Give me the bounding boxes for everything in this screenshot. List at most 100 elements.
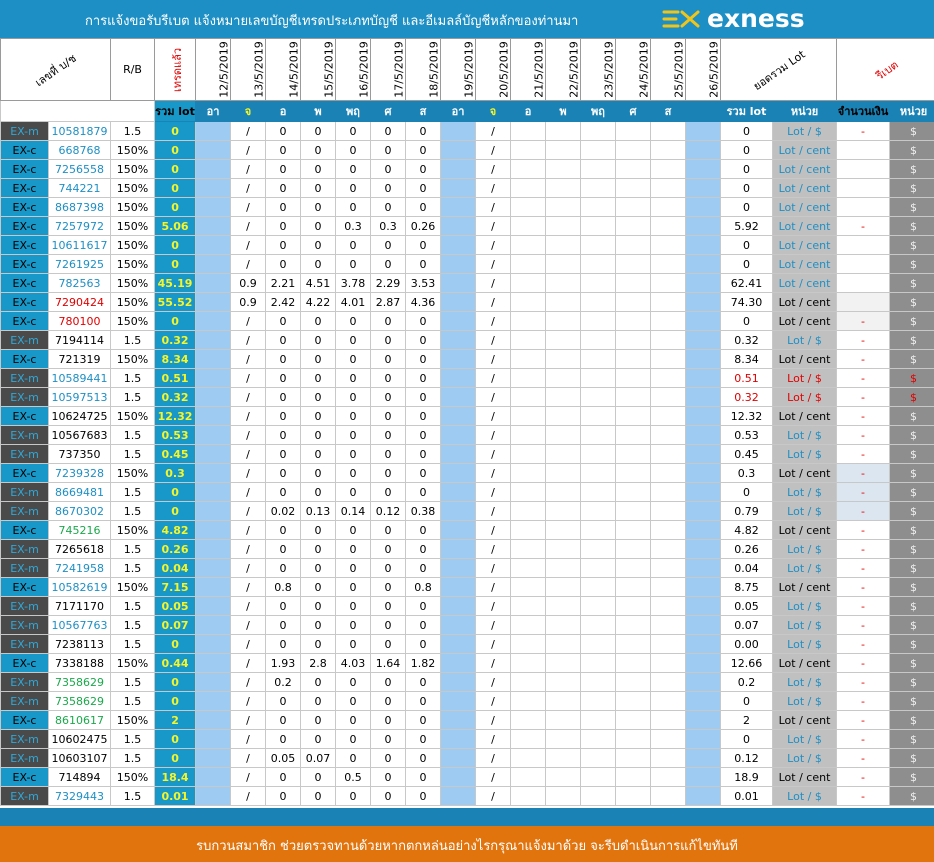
sum-lot-cell: 0.79 bbox=[720, 501, 774, 521]
sunday-cell bbox=[685, 235, 722, 255]
day-value-cell bbox=[510, 463, 547, 483]
sum-lot-cell: 2 bbox=[720, 710, 774, 730]
account-type-cell: EX-m bbox=[0, 330, 49, 350]
day-value-cell bbox=[580, 406, 617, 426]
day-value-cell: 0 bbox=[300, 140, 337, 160]
account-number-cell: 7257972 bbox=[47, 216, 112, 236]
exness-ex-mark-icon bbox=[662, 10, 700, 28]
day-value-cell: 0 bbox=[370, 349, 407, 369]
total-lot-cell: 0 bbox=[154, 178, 197, 198]
currency-cell: $ bbox=[889, 501, 934, 521]
day-value-cell: 0.2 bbox=[265, 672, 302, 692]
account-number-cell: 7171170 bbox=[47, 596, 112, 616]
day-value-cell bbox=[615, 121, 652, 141]
day-value-cell: 0.9 bbox=[230, 273, 267, 293]
day-value-cell bbox=[510, 558, 547, 578]
day-value-cell bbox=[510, 615, 547, 635]
day-value-cell: 0 bbox=[265, 235, 302, 255]
day-value-cell: 0 bbox=[265, 710, 302, 730]
currency-cell: $ bbox=[889, 254, 934, 274]
day-value-cell: 0 bbox=[300, 577, 337, 597]
day-value-cell bbox=[580, 691, 617, 711]
day-value-cell: / bbox=[230, 349, 267, 369]
day-value-cell: 0 bbox=[405, 311, 442, 331]
account-number-cell: 714894 bbox=[47, 767, 112, 787]
account-number-cell: 10589441 bbox=[47, 368, 112, 388]
subheader-day-8: จ bbox=[475, 100, 512, 122]
day-value-cell bbox=[615, 672, 652, 692]
subheader-day-13: ส bbox=[650, 100, 687, 122]
day-value-cell bbox=[510, 254, 547, 274]
day-value-cell bbox=[545, 653, 582, 673]
subheader-day-5: ศ bbox=[370, 100, 407, 122]
account-type-cell: EX-c bbox=[0, 159, 49, 179]
day-value-cell bbox=[615, 197, 652, 217]
table-row: EX-c 7290424 150% 55.52 0.9 2.42 4.22 4.01 2.87 4… bbox=[0, 292, 934, 312]
unit-cell: Lot / $ bbox=[772, 729, 838, 749]
date-header-10: 22/5/2019 bbox=[545, 38, 582, 101]
footer-note: รบกวนสมาชิก ช่วยตรวจทานด้วยหากตกหล่นอย่า… bbox=[196, 839, 738, 854]
day-value-cell bbox=[615, 748, 652, 768]
sunday-cell bbox=[685, 672, 722, 692]
day-value-cell: 0 bbox=[335, 577, 372, 597]
sum-lot-cell: 0.04 bbox=[720, 558, 774, 578]
day-value-cell: / bbox=[230, 634, 267, 654]
sunday-cell bbox=[195, 292, 232, 312]
day-value-cell: 0 bbox=[335, 197, 372, 217]
day-value-cell: 0 bbox=[405, 121, 442, 141]
currency-cell: $ bbox=[889, 368, 934, 388]
day-value-cell: 0 bbox=[370, 330, 407, 350]
rb-cell: 1.5 bbox=[110, 482, 156, 502]
day-value-cell bbox=[650, 653, 687, 673]
day-value-cell bbox=[510, 691, 547, 711]
day-value-cell: / bbox=[475, 349, 512, 369]
total-lot-cell: 0 bbox=[154, 159, 197, 179]
day-value-cell: 3.53 bbox=[405, 273, 442, 293]
day-value-cell: 0 bbox=[370, 406, 407, 426]
total-lot-cell: 0.53 bbox=[154, 425, 197, 445]
day-value-cell: / bbox=[475, 501, 512, 521]
day-value-cell: 0 bbox=[300, 729, 337, 749]
rb-cell: 150% bbox=[110, 140, 156, 160]
rb-cell: 1.5 bbox=[110, 634, 156, 654]
sunday-cell bbox=[195, 539, 232, 559]
account-type-cell: EX-c bbox=[0, 577, 49, 597]
amount-cell: - bbox=[836, 729, 891, 749]
day-value-cell: / bbox=[475, 273, 512, 293]
account-number-cell: 8687398 bbox=[47, 197, 112, 217]
day-value-cell: / bbox=[230, 216, 267, 236]
sunday-cell bbox=[195, 349, 232, 369]
unit-cell: Lot / $ bbox=[772, 748, 838, 768]
currency-cell: $ bbox=[889, 178, 934, 198]
day-value-cell bbox=[545, 672, 582, 692]
day-value-cell bbox=[615, 387, 652, 407]
rb-cell: 1.5 bbox=[110, 501, 156, 521]
unit-cell: Lot / cent bbox=[772, 653, 838, 673]
rb-cell: 150% bbox=[110, 254, 156, 274]
day-value-cell: 0 bbox=[335, 558, 372, 578]
day-value-cell bbox=[650, 786, 687, 806]
sum-lot-cell: 0.12 bbox=[720, 748, 774, 768]
sunday-cell bbox=[440, 311, 477, 331]
account-type-cell: EX-c bbox=[0, 349, 49, 369]
table-row: EX-m 7171170 1.5 0.05/0 0 0 0 0/0.05 Lot / $ - $ bbox=[0, 596, 934, 616]
rb-cell: 150% bbox=[110, 197, 156, 217]
account-number-cell: 7241958 bbox=[47, 558, 112, 578]
subheader-total-lot: รวม lot bbox=[154, 100, 197, 122]
sum-lot-cell: 0 bbox=[720, 311, 774, 331]
sum-lot-cell: 18.9 bbox=[720, 767, 774, 787]
day-value-cell: 0 bbox=[300, 425, 337, 445]
day-value-cell bbox=[580, 121, 617, 141]
currency-cell: $ bbox=[889, 767, 934, 787]
day-value-cell bbox=[580, 444, 617, 464]
day-value-cell: / bbox=[230, 406, 267, 426]
day-value-cell bbox=[545, 501, 582, 521]
sunday-cell bbox=[440, 235, 477, 255]
amount-cell: - bbox=[836, 634, 891, 654]
footer-bar: รบกวนสมาชิก ช่วยตรวจทานด้วยหากตกหล่นอย่า… bbox=[0, 826, 934, 862]
day-value-cell: 0 bbox=[370, 691, 407, 711]
table-row: EX-c 782563 150% 45.19 0.9 2.21 4.51 3.78 2.29 3.… bbox=[0, 273, 934, 293]
table-row: EX-c 10611617 150% 0/0 0 0 0 0/0 Lot / cent $ bbox=[0, 235, 934, 255]
amount-cell: - bbox=[836, 558, 891, 578]
amount-cell: - bbox=[836, 425, 891, 445]
